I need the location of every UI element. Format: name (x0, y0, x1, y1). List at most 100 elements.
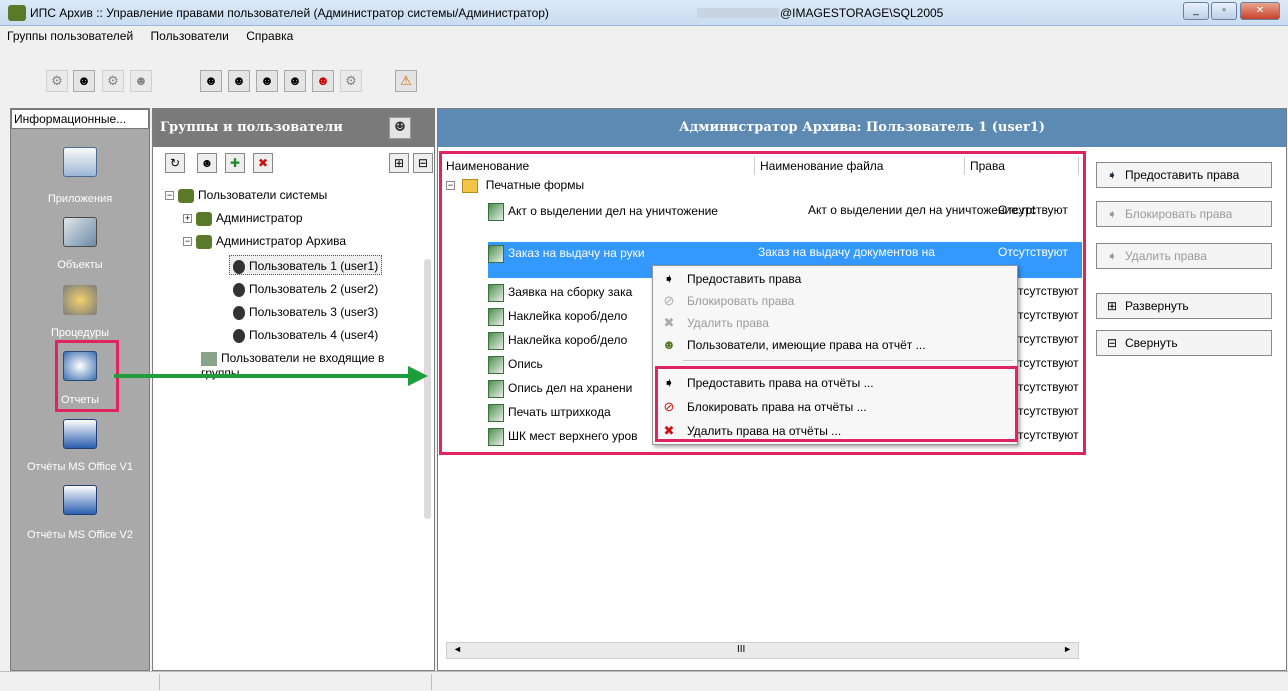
group-icon (196, 234, 212, 249)
refresh-icon[interactable]: ↻ (165, 153, 185, 173)
tree-label: Пользователь 3 (user3) (249, 305, 379, 319)
delete-icon: ✖ (663, 315, 675, 330)
group-icon (178, 188, 194, 203)
user-icon (233, 305, 245, 320)
reports-highlight-box (55, 340, 119, 412)
expand-icon: ⊞ (1107, 299, 1118, 313)
tree-label: Пользователь 2 (user2) (249, 282, 379, 296)
rights-panel-header: Администратор Архива: Пользователь 1 (us… (438, 109, 1286, 147)
ctx-label: Удалить права (687, 316, 769, 330)
nav-objects-label[interactable]: Объекты (11, 259, 149, 271)
delete-group-icon[interactable]: ⚙ (102, 70, 124, 92)
add-group-icon[interactable]: ⚙ (46, 70, 68, 92)
nav-procedures-label[interactable]: Процедуры (11, 327, 149, 339)
tree-node-user1[interactable]: Пользователь 1 (user1) (229, 255, 383, 275)
button-label: Свернуть (1125, 336, 1178, 350)
tree-node-system-users[interactable]: − Пользователи системы (165, 185, 327, 205)
arrow-head (408, 366, 428, 386)
user-icon (233, 282, 245, 297)
delete-icon: ➧ (1107, 249, 1118, 263)
tree-collapse-icon[interactable]: − (183, 237, 192, 247)
ctx-separator (683, 360, 1013, 361)
button-label: Развернуть (1125, 299, 1189, 313)
ctx-label: Пользователи, имеющие права на отчёт ... (687, 338, 926, 352)
tree-expand-icon[interactable]: + (183, 214, 192, 224)
close-button[interactable]: ✕ (1240, 2, 1280, 20)
group-icon (196, 211, 212, 226)
title-bar: ИПС Архив :: Управление правами пользова… (0, 0, 1288, 26)
tree-label: Пользователи системы (198, 188, 328, 202)
delete-rights-button[interactable]: ➧ Удалить права (1096, 243, 1272, 269)
user-icon (233, 328, 245, 343)
word-icon[interactable] (63, 419, 97, 449)
objects-icon[interactable] (63, 217, 97, 247)
grant-icon: ➧ (1107, 168, 1118, 182)
block-icon: ⊘ (663, 293, 675, 308)
button-label: Предоставить права (1125, 168, 1240, 182)
user-icon (233, 259, 245, 274)
block-icon: ➧ (1107, 207, 1118, 221)
word-icon[interactable] (63, 485, 97, 515)
tree-collapse-icon[interactable]: − (165, 191, 174, 201)
maximize-button[interactable]: ▫ (1211, 2, 1237, 20)
tree-node-user4[interactable]: Пользователь 4 (user4) (233, 325, 378, 345)
window-title: ИПС Архив :: Управление правами пользова… (30, 6, 549, 20)
nav-applications-label[interactable]: Приложения (11, 193, 149, 205)
tree-label: Администратор Архива (216, 234, 347, 248)
delete-user-icon[interactable]: ☻ (312, 70, 334, 92)
menu-bar: Группы пользователей Пользователи Справк… (0, 26, 1288, 46)
status-bar (0, 671, 1288, 691)
menu-users[interactable]: Пользователи (144, 26, 236, 46)
tree-label: Пользователь 4 (user4) (249, 328, 379, 342)
group-properties-icon[interactable]: ☻ (73, 70, 95, 92)
expand-all-icon[interactable]: ⊞ (389, 153, 409, 173)
scroll-right-icon[interactable]: ► (1063, 644, 1072, 654)
minimize-button[interactable]: _ (1183, 2, 1209, 20)
add-user-icon[interactable]: ☻ (200, 70, 222, 92)
window-title-server: @IMAGESTORAGE\SQL2005 (780, 6, 944, 20)
add-member-icon[interactable]: ☻ (197, 153, 217, 173)
collapse-icon: ⊟ (1107, 336, 1118, 350)
grant-rights-button[interactable]: ➧ Предоставить права (1096, 162, 1272, 188)
grant-icon: ➧ (663, 271, 675, 286)
group-rights-icon[interactable]: ☻ (130, 70, 152, 92)
status-cell (10, 674, 160, 690)
menu-help[interactable]: Справка (239, 26, 300, 46)
toolbar: ⚙ ☻ ⚙ ☻ ☻ ☻ ☻ ☻ ☻ ⚙ ⚠ (0, 46, 1288, 102)
tree-node-archive-admin[interactable]: − Администратор Архива (183, 231, 346, 251)
block-rights-button[interactable]: ➧ Блокировать права (1096, 201, 1272, 227)
tree-label: Администратор (216, 211, 303, 225)
status-cell (162, 674, 432, 690)
include-icon[interactable]: ✚ (225, 153, 245, 173)
user-settings-icon[interactable]: ⚙ (340, 70, 362, 92)
ctx-delete-rights[interactable]: ✖ Удалить права (653, 312, 1017, 334)
tree-node-admin[interactable]: + Администратор (183, 208, 303, 228)
user-properties-icon[interactable]: ☻ (228, 70, 250, 92)
user-move-icon[interactable]: ☻ (256, 70, 278, 92)
menu-groups[interactable]: Группы пользователей (0, 26, 140, 46)
users-icon: ☻ (662, 337, 676, 352)
tree-node-user3[interactable]: Пользователь 3 (user3) (233, 302, 378, 322)
applications-icon[interactable] (63, 147, 97, 177)
button-label: Блокировать права (1125, 207, 1233, 221)
search-user-icon[interactable]: ☻ (389, 117, 411, 139)
expand-button[interactable]: ⊞ Развернуть (1096, 293, 1272, 319)
scroll-left-icon[interactable]: ◄ (453, 644, 462, 654)
collapse-all-icon[interactable]: ⊟ (413, 153, 433, 173)
ctx-users-with-rights[interactable]: ☻ Пользователи, имеющие права на отчёт ..… (653, 334, 1017, 356)
warning-icon[interactable]: ⚠ (395, 70, 417, 92)
ctx-grant-rights[interactable]: ➧ Предоставить права (653, 268, 1017, 290)
tree-node-user2[interactable]: Пользователь 2 (user2) (233, 279, 378, 299)
procedures-icon[interactable] (63, 285, 97, 315)
collapse-button[interactable]: ⊟ Свернуть (1096, 330, 1272, 356)
nav-office-v2-label[interactable]: Отчёты MS Office V2 (11, 529, 149, 541)
nav-office-v1-label[interactable]: Отчёты MS Office V1 (11, 461, 149, 473)
scroll-thumb[interactable]: III (737, 644, 745, 655)
remove-icon[interactable]: ✖ (253, 153, 273, 173)
horizontal-scrollbar[interactable]: ◄ III ► (446, 642, 1079, 659)
left-nav-header[interactable]: Информационные... (11, 109, 149, 129)
button-label: Удалить права (1125, 249, 1207, 263)
groups-panel-header: Группы и пользователи ☻ (153, 109, 434, 147)
ctx-block-rights[interactable]: ⊘ Блокировать права (653, 290, 1017, 312)
user-exit-icon[interactable]: ☻ (284, 70, 306, 92)
